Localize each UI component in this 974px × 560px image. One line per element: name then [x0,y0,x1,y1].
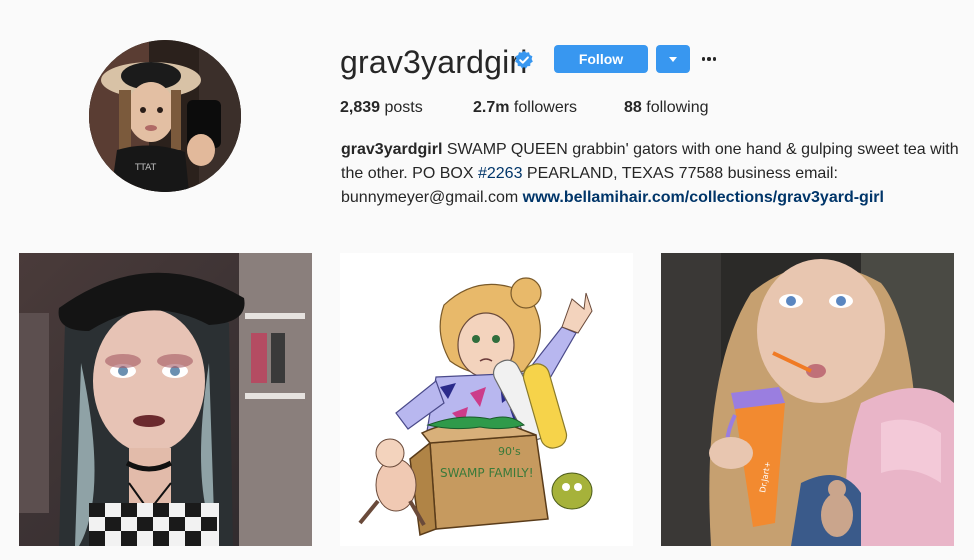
caret-down-icon [669,56,677,62]
post-thumbnail-3[interactable]: Dr.Jart+ [661,253,954,546]
svg-text:TTAT: TTAT [134,163,157,173]
profile-page: TTAT grav3yardgirl Follow 2,839 posts 2.… [0,0,974,560]
more-options-icon [701,57,706,61]
username: grav3yardgirl [340,44,528,80]
post-image-illustration: SWAMP FAMILY! 90's [340,253,633,546]
post-thumbnail-2[interactable]: SWAMP FAMILY! 90's [340,253,633,546]
posts-label: posts [384,99,423,116]
following-stat[interactable]: 88 following [624,97,709,119]
following-count: 88 [624,99,642,116]
post-image-selfie-cup: Dr.Jart+ [661,253,954,546]
more-options-icon [707,57,711,61]
followers-label: followers [513,99,578,116]
more-options-icon [712,57,717,61]
bio-name: grav3yardgirl [341,141,443,158]
suggested-dropdown-button[interactable] [656,45,690,73]
posts-count: 2,839 [340,99,381,116]
more-options-button[interactable] [698,45,720,73]
followers-count: 2.7m [473,99,510,116]
posts-stat: 2,839 posts [340,97,423,119]
profile-bio: grav3yardgirl SWAMP QUEEN grabbin' gator… [341,138,966,210]
bio-hashtag-link[interactable]: #2263 [478,165,523,182]
following-label: following [646,99,709,116]
profile-avatar[interactable]: TTAT [89,40,241,192]
verified-badge-icon [515,50,533,69]
box-text: SWAMP FAMILY! [440,466,534,480]
avatar-image: TTAT [89,40,241,192]
post-image-selfie-beret [19,253,312,546]
post-thumbnail-1[interactable] [19,253,312,546]
box-corner-text: 90's [498,445,521,458]
bio-website-link[interactable]: www.bellamihair.com/collections/grav3yar… [523,189,884,206]
follow-button[interactable]: Follow [554,45,648,73]
followers-stat[interactable]: 2.7m followers [473,97,577,119]
